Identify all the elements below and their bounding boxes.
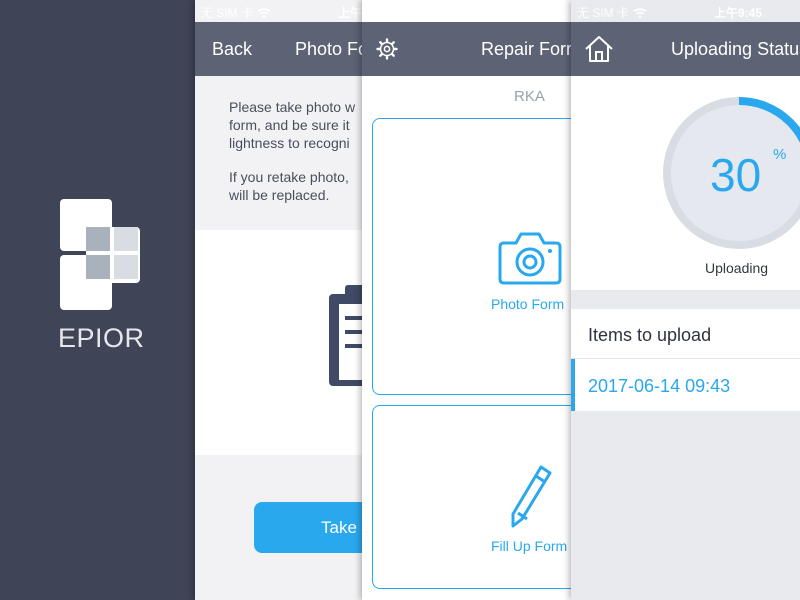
status-bar: 无 SIM 卡 上午9:45 bbox=[571, 0, 800, 22]
upload-item-date: 2017-06-14 09:43 bbox=[588, 376, 731, 396]
brand-name: EPIOR bbox=[58, 323, 145, 353]
wifi-icon bbox=[424, 7, 438, 18]
app-stage: EPIOR 无 SIM 卡 上午 Back Photo Fo Please ta… bbox=[0, 0, 800, 600]
upload-list-title: Items to upload bbox=[588, 325, 712, 345]
fill-up-form-card[interactable]: Fill Up Form bbox=[372, 405, 572, 589]
pen-icon bbox=[511, 465, 552, 528]
home-icon[interactable] bbox=[584, 35, 614, 63]
repair-form-screen: 无 SIM 卡 上午9:43 Repair Form RKA Photo For… bbox=[362, 0, 572, 600]
wifi-icon bbox=[633, 7, 647, 18]
progress-unit: % bbox=[773, 146, 787, 163]
status-time: 上午9:43 bbox=[505, 6, 554, 20]
status-time: 上午9:45 bbox=[714, 6, 763, 20]
status-bar: 无 SIM 卡 上午9:43 bbox=[362, 0, 572, 22]
photo-form-label: Photo Form bbox=[491, 296, 565, 312]
nav-title: Uploading Status bbox=[671, 39, 800, 59]
carrier-label: 无 SIM 卡 bbox=[577, 6, 630, 20]
photo-form-card[interactable]: Photo Form bbox=[372, 118, 572, 395]
status-time: 上午 bbox=[338, 6, 363, 20]
list-item[interactable]: 2017-06-14 09:43 bbox=[571, 359, 800, 411]
upload-progress-panel: 30 % Uploading bbox=[571, 76, 800, 290]
nav-title: Photo Fo bbox=[295, 39, 369, 59]
epior-logo-icon bbox=[60, 199, 140, 310]
wifi-icon bbox=[257, 7, 271, 18]
nav-bar: Uploading Status bbox=[571, 22, 800, 76]
uploading-status-screen: 无 SIM 卡 上午9:45 Uploading Status 30 % Upl… bbox=[571, 0, 800, 600]
progress-label: Uploading bbox=[705, 260, 769, 276]
form-code: RKA bbox=[514, 88, 545, 105]
carrier-label: 无 SIM 卡 bbox=[368, 6, 421, 20]
gear-icon[interactable] bbox=[376, 38, 398, 60]
camera-icon bbox=[498, 232, 562, 285]
fill-up-form-label: Fill Up Form bbox=[491, 538, 568, 554]
take-photo-label: Take bbox=[321, 518, 357, 537]
progress-value: 30 bbox=[710, 149, 762, 201]
nav-bar: Repair Form bbox=[362, 22, 572, 76]
carrier-label: 无 SIM 卡 bbox=[201, 6, 254, 20]
nav-title: Repair Form bbox=[481, 39, 572, 59]
back-button[interactable]: Back bbox=[212, 39, 252, 60]
upload-list-header: Items to upload bbox=[571, 309, 800, 358]
